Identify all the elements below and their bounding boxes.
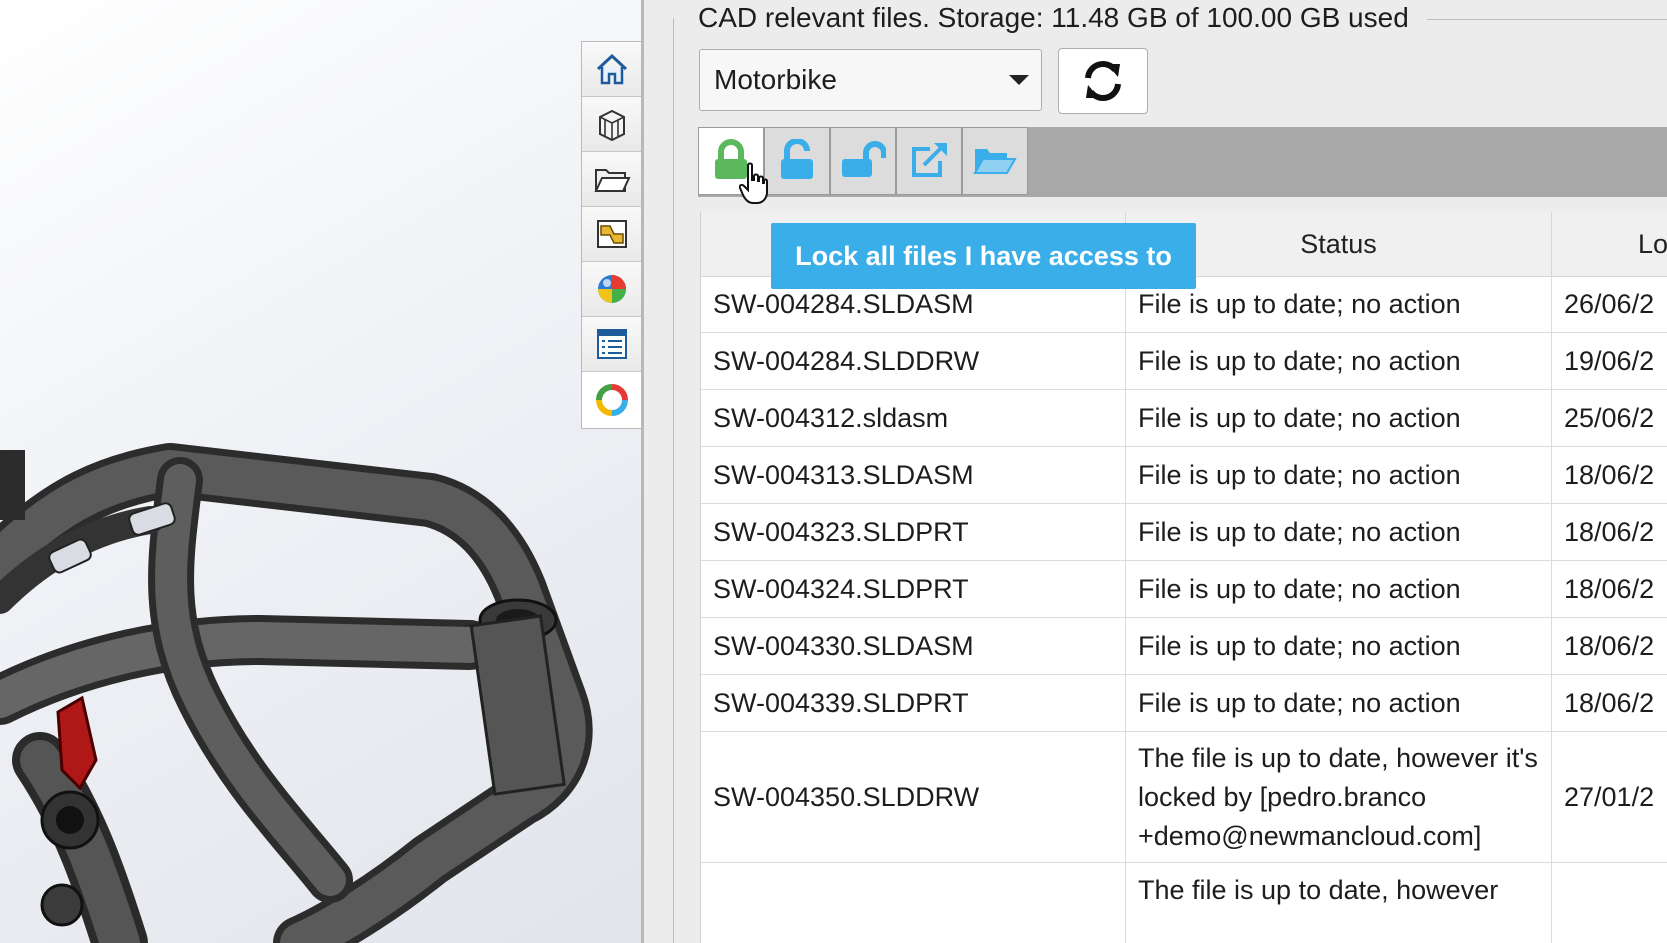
cell-locked-date: 18/06/2: [1564, 573, 1655, 604]
table-row[interactable]: SW-004323.SLDPRT File is up to date; no a…: [701, 504, 1667, 561]
cell-filename: SW-004312.sldasm: [701, 390, 1126, 446]
cad-files-panel: CAD relevant files. Storage: 11.48 GB of…: [674, 0, 1667, 943]
lock-open-wide-icon: [842, 141, 886, 177]
cell-locked-date: 25/06/2: [1564, 402, 1655, 433]
file-table: Status Lo SW-004284.SLDASM File is up to …: [700, 212, 1667, 943]
file-actions-toolbar: [698, 127, 1667, 197]
cell-status: File is up to date; no action: [1126, 333, 1552, 389]
unlock-button[interactable]: [764, 127, 830, 195]
home-icon: [596, 53, 628, 85]
hand-pointer-cursor: [739, 162, 768, 204]
table-row[interactable]: SW-004313.SLDASM File is up to date; no a…: [701, 447, 1667, 504]
tooltip: Lock all files I have access to: [771, 223, 1196, 289]
table-row[interactable]: SW-004339.SLDPRT File is up to date; no a…: [701, 675, 1667, 732]
cell-filename: [701, 863, 1126, 943]
cell-status: The file is up to date, however: [1126, 863, 1552, 943]
ring-logo-icon: [596, 384, 628, 416]
motorbike-frame-model[interactable]: [0, 0, 643, 943]
project-dropdown-value: Motorbike: [714, 64, 837, 95]
storage-title: CAD relevant files. Storage: 11.48 GB of…: [696, 2, 1411, 34]
table-row[interactable]: SW-004312.sldasm File is up to date; no a…: [701, 390, 1667, 447]
panel-gutter: [644, 0, 674, 943]
refresh-icon: [1085, 61, 1121, 101]
cell-status: File is up to date; no action: [1126, 561, 1552, 617]
cell-status: File is up to date; no action: [1126, 504, 1552, 560]
table-row[interactable]: The file is up to date, however: [701, 863, 1667, 943]
table-row[interactable]: SW-004284.SLDDRW File is up to date; no a…: [701, 333, 1667, 390]
task-pane-tab-design-library[interactable]: [582, 97, 642, 152]
cell-locked-date: 27/01/2: [1564, 781, 1655, 812]
task-pane-tab-home[interactable]: [582, 42, 642, 97]
view-palette-icon: [597, 220, 627, 248]
cell-status: File is up to date; no action: [1126, 390, 1552, 446]
cell-locked-date: 18/06/2: [1564, 516, 1655, 547]
cell-status: The file is up to date, however it's loc…: [1126, 732, 1552, 862]
cell-filename: SW-004330.SLDASM: [701, 618, 1126, 674]
cell-status: File is up to date; no action: [1126, 618, 1552, 674]
column-header-locked[interactable]: Lo: [1552, 212, 1667, 276]
open-external-button[interactable]: [896, 127, 962, 195]
cell-filename: SW-004350.SLDDRW: [701, 732, 1126, 862]
unlock-all-button[interactable]: [830, 127, 896, 195]
task-pane-tab-appearances[interactable]: [582, 262, 642, 317]
open-folder-button[interactable]: [962, 127, 1028, 195]
cell-filename: SW-004324.SLDPRT: [701, 561, 1126, 617]
cell-filename: SW-004313.SLDASM: [701, 447, 1126, 503]
project-dropdown[interactable]: Motorbike: [699, 49, 1042, 111]
table-row[interactable]: SW-004330.SLDASM File is up to date; no a…: [701, 618, 1667, 675]
chevron-down-icon[interactable]: [1009, 75, 1029, 85]
folder-open-icon: [594, 169, 631, 192]
lock-open-icon: [781, 139, 813, 179]
task-pane-tab-custom-properties[interactable]: [582, 317, 642, 372]
cell-status: File is up to date; no action: [1126, 675, 1552, 731]
cell-locked-date: 19/06/2: [1564, 345, 1655, 376]
cell-status: File is up to date; no action: [1126, 447, 1552, 503]
list-icon: [597, 329, 627, 359]
cad-graphics-area[interactable]: [0, 0, 643, 943]
cube-library-icon: [599, 109, 625, 142]
cell-locked-date: 26/06/2: [1564, 288, 1655, 319]
cell-locked-date: 18/06/2: [1564, 687, 1655, 718]
color-ball-icon: [598, 275, 626, 303]
cell-filename: SW-004323.SLDPRT: [701, 504, 1126, 560]
folder-open-icon: [973, 149, 1017, 174]
cell-filename: SW-004284.SLDDRW: [701, 333, 1126, 389]
cell-locked-date: 18/06/2: [1564, 459, 1655, 490]
cell-locked-date: 18/06/2: [1564, 630, 1655, 661]
table-row[interactable]: SW-004350.SLDDRW The file is up to date, …: [701, 732, 1667, 863]
external-link-icon: [912, 143, 947, 177]
refresh-button[interactable]: [1058, 48, 1148, 114]
task-pane-tab-view-palette[interactable]: [582, 207, 642, 262]
cell-filename: SW-004339.SLDPRT: [701, 675, 1126, 731]
groupbox-border: [1427, 19, 1667, 20]
task-pane-tab-file-explorer[interactable]: [582, 152, 642, 207]
task-pane-tab-newman-cloud[interactable]: [582, 372, 642, 428]
table-row[interactable]: SW-004324.SLDPRT File is up to date; no a…: [701, 561, 1667, 618]
task-pane-tabs: [581, 41, 642, 429]
cell-locked-date: [1552, 863, 1667, 943]
